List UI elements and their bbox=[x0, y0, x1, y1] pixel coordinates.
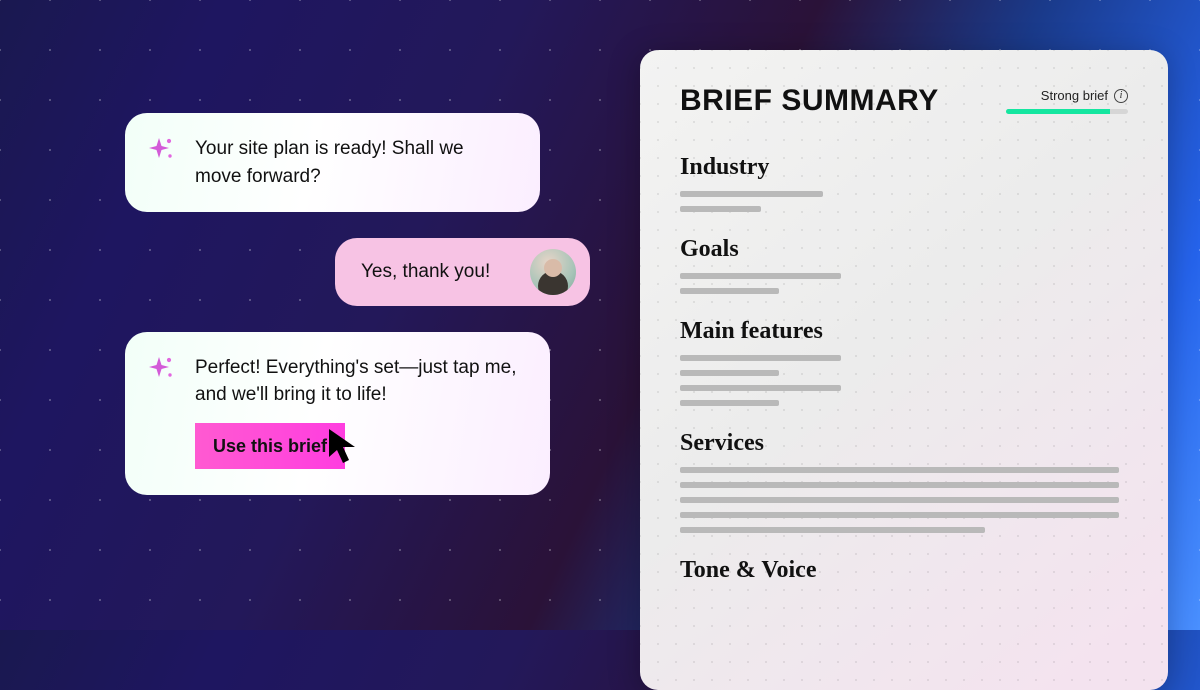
strength-bar-fill bbox=[1006, 109, 1110, 114]
section-industry: Industry bbox=[680, 154, 1128, 181]
strength-bar bbox=[1006, 109, 1128, 114]
section-goals: Goals bbox=[680, 236, 1128, 263]
sparkle-icon bbox=[145, 354, 175, 384]
features-content bbox=[680, 355, 1128, 406]
user-message-1-text: Yes, thank you! bbox=[361, 261, 490, 282]
section-tone: Tone & Voice bbox=[680, 557, 1128, 584]
cursor-icon bbox=[327, 427, 361, 467]
section-features: Main features bbox=[680, 318, 1128, 345]
section-services: Services bbox=[680, 430, 1128, 457]
use-brief-button[interactable]: Use this brief bbox=[195, 423, 345, 469]
avatar bbox=[530, 249, 576, 295]
ai-message-2: Perfect! Everything's set—just tap me, a… bbox=[125, 332, 550, 495]
brief-strength: Strong brief i bbox=[1006, 88, 1128, 114]
ai-message-2-text: Perfect! Everything's set—just tap me, a… bbox=[195, 357, 516, 406]
ai-message-1-text: Your site plan is ready! Shall we move f… bbox=[195, 138, 464, 187]
sparkle-icon bbox=[145, 135, 175, 165]
panel-title: BRIEF SUMMARY bbox=[680, 84, 939, 118]
brief-summary-panel: BRIEF SUMMARY Strong brief i Industry Go… bbox=[640, 50, 1168, 690]
goals-content bbox=[680, 273, 1128, 294]
user-message-1: Yes, thank you! bbox=[335, 238, 590, 306]
strength-label-text: Strong brief bbox=[1041, 88, 1108, 103]
panel-header: BRIEF SUMMARY Strong brief i bbox=[680, 84, 1128, 118]
info-icon[interactable]: i bbox=[1114, 89, 1128, 103]
chat-column: Your site plan is ready! Shall we move f… bbox=[125, 113, 595, 521]
services-content bbox=[680, 467, 1128, 533]
ai-message-1: Your site plan is ready! Shall we move f… bbox=[125, 113, 540, 212]
industry-content bbox=[680, 191, 1128, 212]
